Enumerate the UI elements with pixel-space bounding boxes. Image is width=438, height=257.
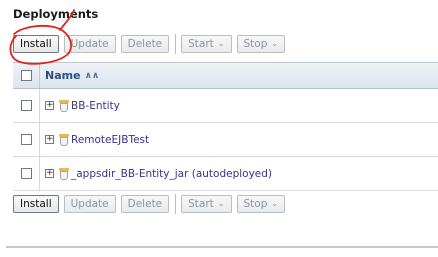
bottom-toolbar: Install Update Delete Start ⌄ Stop ⌄ <box>13 193 290 215</box>
stop-label: Stop <box>243 38 268 50</box>
table-row: + _appsdir_BB-Entity_jar (autodeployed) <box>13 157 438 191</box>
row-checkbox-cell <box>13 89 40 122</box>
install-label: Install <box>20 38 52 50</box>
select-all-checkbox[interactable] <box>20 70 32 81</box>
stop-menu-button[interactable]: Stop ⌄ <box>236 35 286 53</box>
stop-menu-button[interactable]: Stop ⌄ <box>236 195 286 213</box>
update-label: Update <box>70 38 109 50</box>
install-button[interactable]: Install <box>13 195 59 213</box>
row-checkbox-cell <box>13 123 40 156</box>
jar-icon <box>59 99 69 112</box>
jar-icon <box>59 167 69 180</box>
top-toolbar: Install Update Delete Start ⌄ Stop ⌄ <box>13 33 290 55</box>
jar-icon <box>59 133 69 146</box>
chevron-down-icon: ⌄ <box>217 39 225 48</box>
toolbar-separator <box>175 34 177 54</box>
bottom-divider <box>6 246 438 248</box>
table-row: + RemoteEJBTest <box>13 123 438 157</box>
start-menu-button[interactable]: Start ⌄ <box>181 195 232 213</box>
sort-ascending-icon[interactable]: ∧∧ <box>85 71 100 81</box>
install-button[interactable]: Install <box>13 35 59 53</box>
name-header-label: Name <box>45 69 81 82</box>
update-button[interactable]: Update <box>63 195 116 213</box>
plus-box-icon[interactable]: + <box>45 135 54 144</box>
row-checkbox-cell <box>13 157 40 190</box>
toolbar-separator <box>175 194 177 214</box>
table-header: Name ∧∧ <box>13 63 438 89</box>
table-row: + BB-Entity <box>13 89 438 123</box>
deployment-link[interactable]: RemoteEJBTest <box>71 134 149 146</box>
plus-box-icon[interactable]: + <box>45 169 54 178</box>
chevron-down-icon: ⌄ <box>271 199 279 208</box>
install-label: Install <box>20 198 52 210</box>
chevron-down-icon: ⌄ <box>217 199 225 208</box>
name-column-header[interactable]: Name ∧∧ <box>40 69 99 82</box>
deployment-link[interactable]: _appsdir_BB-Entity_jar (autodeployed) <box>71 168 272 180</box>
row-checkbox[interactable] <box>20 168 32 179</box>
row-checkbox[interactable] <box>20 134 32 145</box>
deployments-table: Name ∧∧ + BB-Entity + RemoteEJBTest + _a… <box>13 62 438 191</box>
plus-box-icon[interactable]: + <box>45 101 54 110</box>
row-checkbox[interactable] <box>20 100 32 111</box>
start-label: Start <box>188 198 214 210</box>
chevron-down-icon: ⌄ <box>271 39 279 48</box>
select-all-cell <box>13 63 40 88</box>
deployment-link[interactable]: BB-Entity <box>71 100 120 112</box>
section-title: Deployments <box>13 7 99 21</box>
update-button[interactable]: Update <box>63 35 116 53</box>
start-menu-button[interactable]: Start ⌄ <box>181 35 232 53</box>
delete-label: Delete <box>127 198 163 210</box>
update-label: Update <box>70 198 109 210</box>
delete-label: Delete <box>127 38 163 50</box>
start-label: Start <box>188 38 214 50</box>
stop-label: Stop <box>243 198 268 210</box>
delete-button[interactable]: Delete <box>120 35 170 53</box>
delete-button[interactable]: Delete <box>120 195 170 213</box>
